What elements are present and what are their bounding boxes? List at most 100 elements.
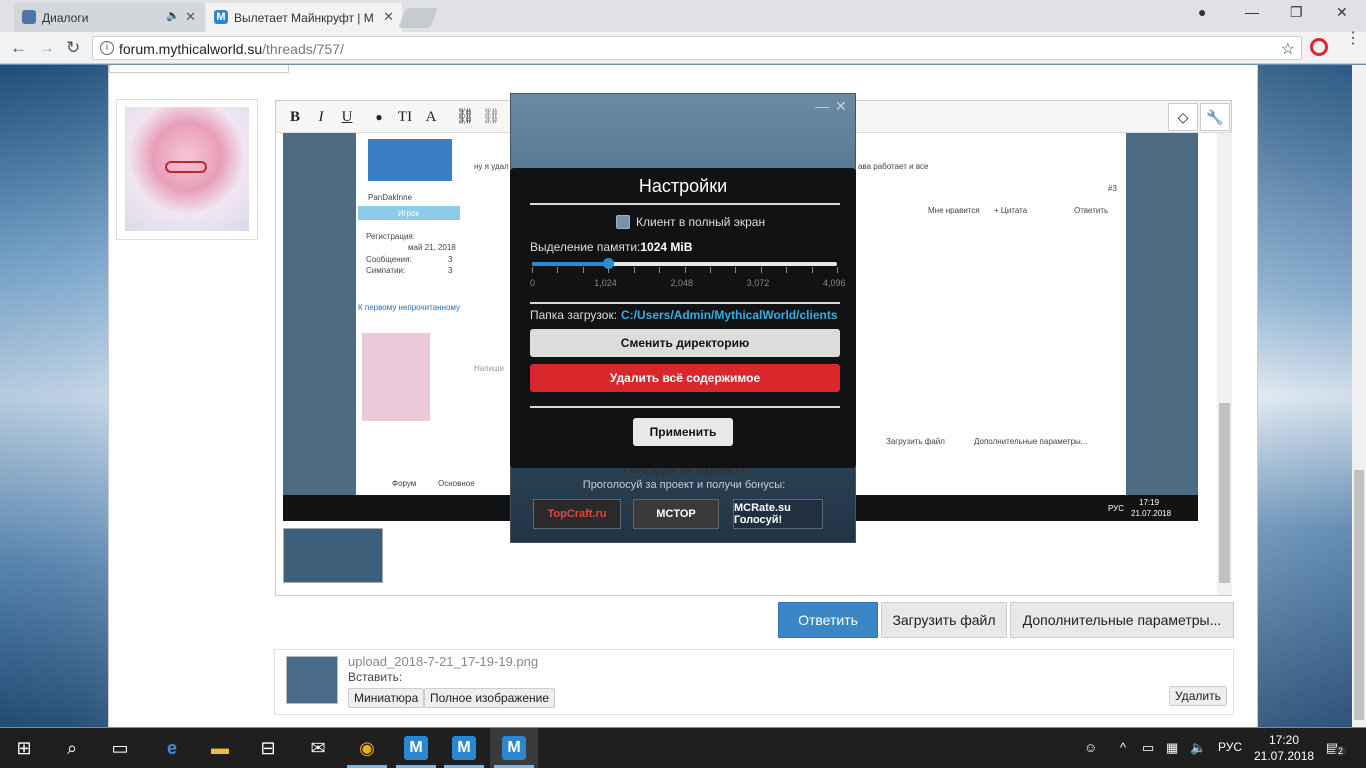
delete-attachment-button[interactable]: Удалить [1169, 686, 1227, 706]
slider-tick-label: 1,024 [594, 278, 617, 288]
network-icon[interactable]: ▦ [1166, 740, 1178, 756]
slider-tick [608, 267, 610, 273]
italic-button[interactable]: I [310, 106, 332, 128]
screenshot-post-num: #3 [1108, 184, 1117, 193]
settings-dialog: Настройки Клиент в полный экран Выделени… [510, 168, 856, 468]
slider-tick [633, 267, 635, 273]
tab-dialogs[interactable]: Диалоги 🔈 ✕ [14, 3, 204, 32]
file-explorer-icon[interactable]: ▬ [208, 736, 232, 760]
edge-icon[interactable]: e [160, 736, 184, 760]
apply-button[interactable]: Применить [633, 418, 733, 446]
change-directory-button[interactable]: Сменить директорию [530, 329, 840, 357]
unlink-icon[interactable]: ⛓ [480, 106, 502, 128]
address-bar: ← → ↻ i forum.mythicalworld.su/threads/7… [0, 32, 1366, 64]
clock-time: 17:20 [1268, 733, 1300, 747]
insert-thumbnail-button[interactable]: Миниатюра [348, 688, 425, 708]
close-tab-icon[interactable]: ✕ [185, 9, 196, 25]
folder-path[interactable]: C:/Users/Admin/MythicalWorld/clients [621, 308, 838, 322]
screenshot-bc-main: Основное [438, 479, 475, 488]
screenshot-reg-date: май 21, 2018 [408, 243, 456, 252]
eraser-icon[interactable]: ◇ [1168, 103, 1198, 131]
volume-icon[interactable]: 🔈 [1190, 740, 1206, 756]
bold-button[interactable]: B [284, 106, 306, 128]
slider-tick [811, 267, 813, 273]
underline-button[interactable]: U [336, 106, 358, 128]
editor-scrollbar[interactable] [1217, 133, 1232, 595]
mctop-banner[interactable]: MCTOP [633, 499, 719, 529]
editor-scrollbar-thumb[interactable] [1219, 403, 1230, 583]
slider-tick-label: 0 [530, 278, 536, 288]
font-size-icon[interactable]: TI [394, 106, 416, 128]
account-icon[interactable]: ● [1198, 4, 1206, 20]
battery-icon[interactable]: ▭ [1142, 740, 1154, 756]
text-color-icon[interactable]: ● [368, 106, 390, 128]
font-family-icon[interactable]: A [420, 106, 442, 128]
restore-icon[interactable]: ❐ [1290, 4, 1303, 21]
more-options-button[interactable]: Дополнительные параметры... [1010, 602, 1234, 638]
people-icon[interactable]: ☺ [1084, 740, 1097, 755]
chrome-icon[interactable]: ◉ [355, 736, 379, 760]
speaker-icon[interactable]: 🔈 [166, 9, 180, 22]
bookmark-star-icon[interactable]: ☆ [1281, 39, 1295, 59]
screenshot-first-unread: К первому непрочитанному [358, 303, 460, 312]
screenshot-more: Дополнительные параметры... [974, 437, 1088, 446]
page-scrollbar-thumb[interactable] [1354, 470, 1364, 720]
screenshot-likes-count: 3 [448, 266, 453, 275]
memory-label: Выделение памяти:1024 MiB [530, 240, 693, 254]
folder-label: Папка загрузок: [530, 308, 618, 322]
close-tab-icon[interactable]: ✕ [383, 9, 394, 25]
attachment-insert-label: Вставить: [348, 670, 403, 684]
mail-icon[interactable]: ✉ [306, 736, 330, 760]
show-hidden-icons-icon[interactable]: ^ [1120, 740, 1126, 755]
reload-icon[interactable]: ↻ [66, 38, 80, 58]
clock[interactable]: 17:20 21.07.2018 [1254, 732, 1314, 764]
new-tab-button[interactable] [398, 8, 438, 28]
mcrate-banner[interactable]: MCRate.su Голосуй! [733, 499, 823, 529]
back-icon[interactable]: ← [10, 38, 27, 58]
slider-tick [837, 267, 838, 273]
wrench-icon[interactable]: 🔧 [1200, 103, 1230, 131]
screenshot-like: Мне нравится [928, 206, 980, 215]
screenshot-upload: Загрузить файл [886, 437, 945, 446]
avatar [125, 107, 249, 231]
attachment-filename[interactable]: upload_2018-7-21_17-19-19.png [348, 654, 538, 669]
launcher-minimize-icon[interactable]: — [815, 98, 829, 114]
slider-tick-label: 3,072 [746, 278, 770, 288]
tab-title: Вылетает Майнкруфт | M [234, 10, 374, 25]
mythical-launcher-icon[interactable]: M [452, 736, 476, 760]
mythical-launcher-icon[interactable]: M [404, 736, 428, 760]
slider-tick [582, 267, 584, 273]
attachment-thumbnail [286, 656, 338, 704]
opera-extension-icon[interactable] [1310, 38, 1328, 56]
search-icon[interactable]: ⌕ [60, 736, 84, 760]
start-windows-icon[interactable]: ⊞ [12, 736, 36, 760]
background-art-left [0, 65, 108, 727]
topcraft-banner[interactable]: TopCraft.ru [533, 499, 621, 529]
mythical-launcher-icon[interactable]: M [502, 736, 526, 760]
store-icon[interactable]: ⊟ [256, 736, 280, 760]
browser-menu-icon[interactable]: ⋮ [1345, 31, 1361, 47]
launcher-close-icon[interactable]: ✕ [835, 98, 847, 115]
minimize-icon[interactable]: — [1245, 4, 1259, 20]
clock-date: 21.07.2018 [1254, 749, 1315, 763]
delete-all-button[interactable]: Удалить всё содержимое [530, 364, 840, 392]
link-icon[interactable]: ⛓ [454, 106, 476, 128]
forward-icon[interactable]: → [38, 38, 55, 58]
close-window-icon[interactable]: ✕ [1336, 4, 1348, 21]
reply-button[interactable]: Ответить [778, 602, 878, 638]
slider-tick [735, 267, 737, 273]
fullscreen-checkbox[interactable] [616, 215, 630, 229]
tab-forum[interactable]: M Вылетает Майнкруфт | M ✕ [206, 3, 402, 32]
task-view-icon[interactable]: ▭ [108, 736, 132, 760]
url-input[interactable]: i forum.mythicalworld.su/threads/757/ ☆ [92, 36, 1302, 60]
screenshot-date: 21.07.2018 [1131, 509, 1172, 518]
insert-full-image-button[interactable]: Полное изображение [424, 688, 556, 708]
language-indicator[interactable]: РУС [1218, 740, 1242, 754]
editor-attachment-thumbnail[interactable] [283, 528, 383, 583]
info-icon[interactable]: i [100, 41, 114, 55]
page-scrollbar[interactable] [1352, 65, 1366, 727]
divider [530, 406, 840, 408]
upload-file-button[interactable]: Загрузить файл [881, 602, 1007, 638]
tab-title: Диалоги [42, 10, 89, 25]
fullscreen-label: Клиент в полный экран [636, 215, 766, 229]
